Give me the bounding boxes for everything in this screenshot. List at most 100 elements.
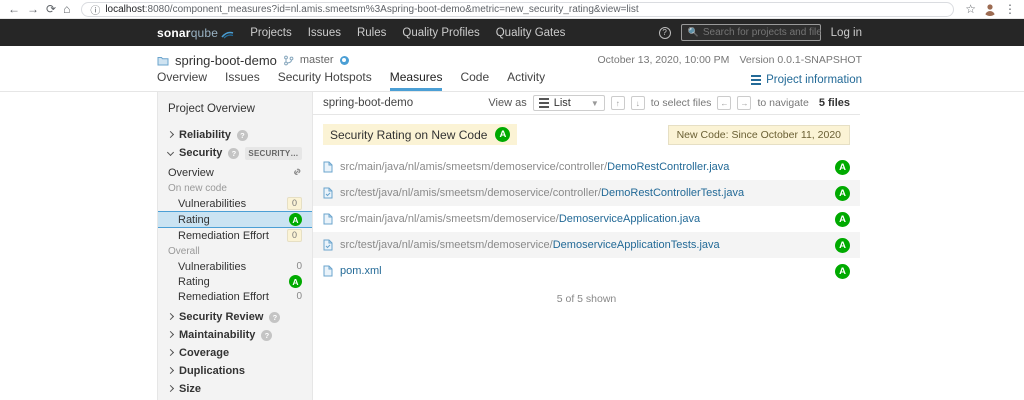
sidebar-domain-security-review[interactable]: Security Review ? [158, 308, 312, 326]
metric-title: Security Rating on New Code [330, 128, 487, 142]
tab-measures[interactable]: Measures [390, 70, 443, 91]
file-path[interactable]: src/main/java/nl/amis/smeetsm/demoservic… [340, 213, 835, 225]
person-icon [983, 2, 997, 16]
item-label: Vulnerabilities [178, 198, 246, 210]
url-bar[interactable]: ⓘ localhost:8080/component_measures?id=n… [81, 2, 954, 17]
sidebar-item-vulnerabilities-overall[interactable]: Vulnerabilities 0 [158, 259, 312, 274]
security-rating-badge: SECURITY RATING ON... [245, 147, 302, 160]
item-label: Remediation Effort [178, 230, 269, 242]
files-count: 5 files [819, 97, 850, 109]
test-file-icon [323, 187, 333, 199]
back-icon[interactable]: ← [8, 3, 20, 15]
sidebar-domain-coverage[interactable]: Coverage [158, 344, 312, 362]
file-row[interactable]: src/main/java/nl/amis/smeetsm/demoservic… [313, 154, 860, 180]
branch-name[interactable]: master [300, 54, 334, 66]
project-tabs: Overview Issues Security Hotspots Measur… [157, 70, 545, 91]
sidebar-item-rating-new[interactable]: Rating A [158, 211, 312, 228]
sidebar-item-remediation-effort-overall[interactable]: Remediation Effort 0 [158, 289, 312, 304]
login-link[interactable]: Log in [831, 27, 862, 39]
item-label: Overview [168, 167, 214, 179]
nav-item-issues[interactable]: Issues [308, 27, 341, 39]
global-search-input[interactable] [703, 27, 821, 38]
file-path[interactable]: pom.xml [340, 265, 835, 277]
help-icon[interactable]: ? [659, 27, 671, 39]
file-row[interactable]: src/main/java/nl/amis/smeetsm/demoservic… [313, 206, 860, 232]
sidebar-domain-reliability[interactable]: Reliability ? [158, 126, 312, 144]
measures-sidebar: Project Overview Reliability ? Security … [157, 92, 313, 400]
subsection-on-new-code: On new code [158, 180, 312, 196]
file-row[interactable]: src/test/java/nl/amis/smeetsm/demoservic… [313, 232, 860, 258]
home-icon[interactable]: ⌂ [63, 3, 70, 15]
tab-activity[interactable]: Activity [507, 70, 545, 91]
metric-title-block: Security Rating on New Code A [323, 124, 517, 145]
rating-badge: A [289, 213, 302, 226]
sidebar-domain-maintainability[interactable]: Maintainability ? [158, 326, 312, 344]
sonar-swoosh-icon [221, 27, 234, 39]
sidebar-domain-duplications[interactable]: Duplications [158, 362, 312, 380]
domain-label: Reliability [179, 129, 231, 141]
sidebar-domain-security[interactable]: Security ? SECURITY RATING ON... [158, 144, 312, 162]
sidebar-item-project-overview[interactable]: Project Overview [158, 103, 312, 115]
domain-label: Maintainability [179, 329, 255, 341]
project-information-link[interactable]: Project information [751, 74, 862, 86]
value-badge: 0 [287, 229, 302, 242]
tab-overview[interactable]: Overview [157, 70, 207, 91]
hint-select-files: to select files [651, 97, 712, 109]
forward-icon[interactable]: → [27, 3, 39, 15]
file-row[interactable]: src/test/java/nl/amis/smeetsm/demoservic… [313, 180, 860, 206]
file-path[interactable]: src/test/java/nl/amis/smeetsm/demoservic… [340, 239, 835, 251]
tab-security-hotspots[interactable]: Security Hotspots [278, 70, 372, 91]
item-label: Remediation Effort [178, 291, 269, 303]
file-name: DemoserviceApplication.java [559, 213, 700, 225]
nav-item-quality-gates[interactable]: Quality Gates [496, 27, 566, 39]
chevron-right-icon [167, 131, 174, 138]
nav-item-projects[interactable]: Projects [250, 27, 292, 39]
key-left-icon: ← [717, 96, 731, 110]
avatar[interactable] [983, 2, 997, 16]
sidebar-item-remediation-effort-new[interactable]: Remediation Effort 0 [158, 228, 312, 243]
key-down-icon: ↓ [631, 96, 645, 110]
logo-text-qube: qube [191, 26, 219, 40]
file-path[interactable]: src/test/java/nl/amis/smeetsm/demoservic… [340, 187, 835, 199]
rating-badge: A [835, 238, 850, 253]
branch-status-icon[interactable] [340, 56, 349, 65]
file-path[interactable]: src/main/java/nl/amis/smeetsm/demoservic… [340, 161, 835, 173]
nav-item-rules[interactable]: Rules [357, 27, 386, 39]
search-icon: 🔍 [688, 27, 699, 38]
sidebar-item-vulnerabilities-new[interactable]: Vulnerabilities 0 [158, 196, 312, 211]
sidebar-domain-size[interactable]: Size [158, 380, 312, 398]
view-mode-dropdown[interactable]: List ▼ [533, 95, 605, 111]
sidebar-item-security-overview[interactable]: Overview [158, 165, 312, 180]
site-info-icon[interactable]: ⓘ [90, 2, 100, 17]
breadcrumb[interactable]: spring-boot-demo [323, 97, 413, 109]
file-name: DemoRestControllerTest.java [601, 187, 744, 199]
view-mode-value: List [554, 97, 586, 109]
nav-item-quality-profiles[interactable]: Quality Profiles [402, 27, 479, 39]
reload-icon[interactable]: ⟳ [46, 3, 56, 15]
help-icon[interactable]: ? [261, 330, 272, 341]
logo-text-sonar: sonar [157, 26, 191, 40]
help-icon[interactable]: ? [269, 312, 280, 323]
domain-label: Coverage [179, 347, 229, 359]
pagination-status: 5 of 5 shown [313, 284, 860, 314]
project-header: spring-boot-demo master October 13, 2020… [0, 46, 1024, 92]
path-prefix: src/test/java/nl/amis/smeetsm/demoservic… [340, 187, 601, 199]
global-search[interactable]: 🔍 [681, 24, 821, 41]
project-icon [157, 55, 169, 66]
help-icon[interactable]: ? [228, 148, 239, 159]
help-icon[interactable]: ? [237, 130, 248, 141]
file-row[interactable]: pom.xml A [313, 258, 860, 284]
tab-issues[interactable]: Issues [225, 70, 260, 91]
left-gutter [0, 92, 157, 400]
browser-menu-icon[interactable]: ⋮ [1004, 3, 1016, 15]
analysis-date: October 13, 2020, 10:00 PM [598, 54, 730, 66]
tab-code[interactable]: Code [460, 70, 489, 91]
permalink-icon[interactable] [291, 167, 302, 178]
bookmark-star-icon[interactable]: ☆ [965, 3, 976, 15]
sonarqube-logo[interactable]: sonarqube [157, 26, 234, 40]
value-text: 0 [296, 261, 302, 272]
project-name[interactable]: spring-boot-demo [175, 53, 277, 68]
metric-rating-badge: A [495, 127, 510, 142]
sidebar-item-rating-overall[interactable]: Rating A [158, 274, 312, 289]
key-right-icon: → [737, 96, 751, 110]
